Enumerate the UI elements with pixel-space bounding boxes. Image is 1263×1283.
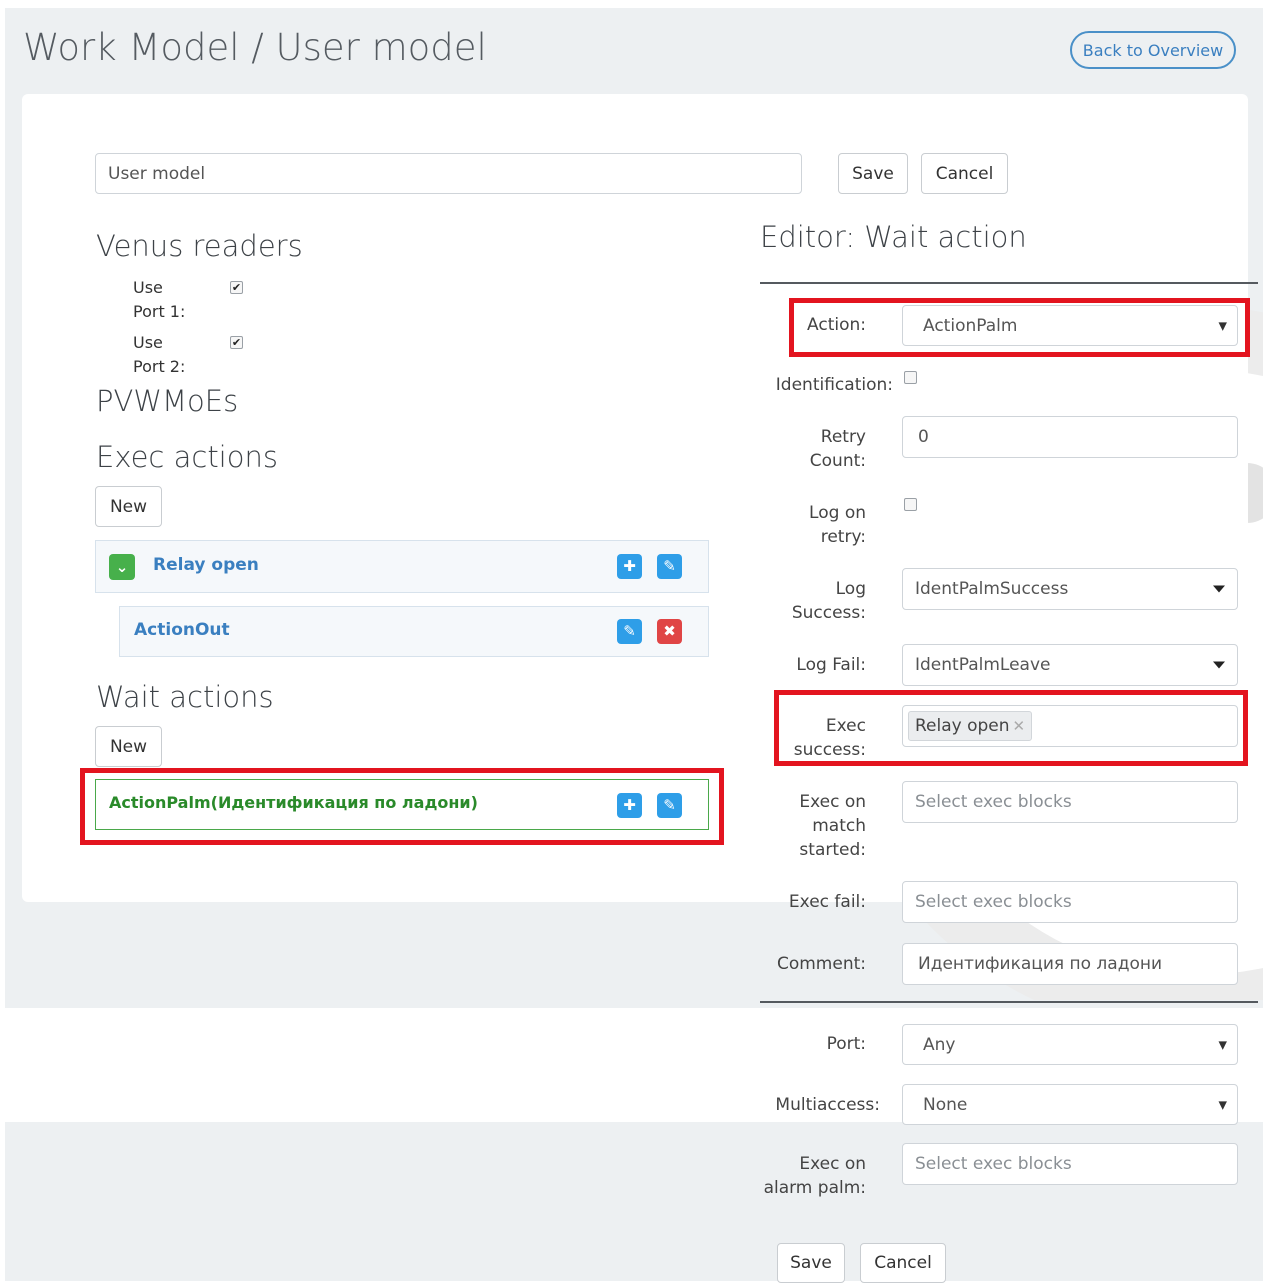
model-save-button[interactable]: Save — [838, 153, 908, 194]
log-fail-label: Log Fail: — [796, 655, 866, 675]
wait-actions-new-button[interactable]: New — [95, 726, 162, 767]
venus-readers-heading: Venus readers — [96, 229, 303, 263]
log-fail-value: IdentPalmLeave — [915, 655, 1051, 675]
exec-success-label: Exec success: — [793, 716, 866, 760]
exec-on-alarm-palm-input[interactable]: Select exec blocks — [902, 1143, 1238, 1185]
exec-success-multiselect[interactable]: Relay open ✕ — [902, 705, 1238, 747]
log-fail-select[interactable]: IdentPalmLeave — [902, 644, 1238, 686]
caret-down-icon — [1213, 661, 1225, 669]
editor-cancel-button[interactable]: Cancel — [860, 1243, 946, 1283]
editor-divider — [760, 282, 1258, 284]
remove-tag-icon[interactable]: ✕ — [1013, 717, 1026, 735]
wait-action-label[interactable]: ActionPalm(Идентификация по ладони) — [109, 793, 478, 812]
chevron-down-icon: ▼ — [1218, 1098, 1227, 1111]
use-port-1-checkbox[interactable]: ✔ — [230, 281, 243, 294]
exec-success-tag: Relay open ✕ — [908, 711, 1033, 741]
exec-fail-input[interactable]: Select exec blocks — [902, 881, 1238, 923]
edit-icon[interactable]: ✎ — [617, 619, 642, 644]
log-success-select[interactable]: IdentPalmSuccess — [902, 568, 1238, 610]
editor-divider-2 — [760, 1001, 1258, 1003]
edit-icon[interactable]: ✎ — [657, 554, 682, 579]
exec-actions-heading: Exec actions — [96, 440, 278, 474]
page-title: Work Model / User model — [23, 26, 487, 69]
port-value: Any — [923, 1034, 956, 1055]
log-on-retry-checkbox[interactable] — [904, 498, 917, 511]
exec-on-alarm-palm-label: Exec on alarm palm: — [763, 1154, 866, 1198]
exec-on-match-started-input[interactable]: Select exec blocks — [902, 781, 1238, 823]
log-success-value: IdentPalmSuccess — [915, 579, 1069, 599]
wait-action-row[interactable]: ActionPalm(Идентификация по ладони) ✚ ✎ — [95, 779, 709, 830]
exec-success-tag-label: Relay open — [915, 716, 1010, 736]
retry-count-label: Retry Count: — [809, 427, 866, 471]
exec-action-child-label[interactable]: ActionOut — [134, 620, 230, 640]
exec-action-group-row[interactable]: ⌄ Relay open ✚ ✎ — [95, 540, 709, 593]
retry-count-input[interactable]: 0 — [902, 416, 1238, 458]
delete-icon[interactable]: ✖ — [657, 619, 682, 644]
editor-save-button[interactable]: Save — [777, 1243, 845, 1283]
chevron-down-icon[interactable]: ⌄ — [109, 554, 135, 580]
log-success-label: Log Success: — [791, 579, 866, 623]
log-on-retry-label: Log on retry: — [809, 503, 866, 547]
chevron-down-icon: ▼ — [1218, 1038, 1227, 1051]
exec-actions-new-button[interactable]: New — [95, 486, 162, 527]
use-port-2-label: Use Port 2: — [133, 333, 186, 376]
port-select[interactable]: Any ▼ — [902, 1024, 1238, 1065]
action-label: Action: — [807, 315, 866, 335]
model-cancel-button[interactable]: Cancel — [921, 153, 1008, 194]
caret-down-icon — [1213, 585, 1225, 593]
comment-label: Comment: — [776, 954, 866, 974]
add-icon[interactable]: ✚ — [617, 554, 642, 579]
exec-action-group-label[interactable]: Relay open — [153, 555, 259, 575]
exec-on-match-started-label: Exec on match started: — [799, 792, 866, 860]
multiaccess-value: None — [923, 1094, 968, 1115]
exec-action-child-row[interactable]: ActionOut ✎ ✖ — [119, 606, 709, 657]
exec-fail-label: Exec fail: — [788, 892, 866, 912]
use-port-2-checkbox[interactable]: ✔ — [230, 336, 243, 349]
identification-label: Identification: — [775, 375, 893, 395]
editor-title: Editor: Wait action — [760, 220, 1027, 254]
model-name-input[interactable]: User model — [95, 153, 802, 194]
pvwmoes-heading: PVWMoEs — [96, 384, 239, 418]
comment-input[interactable]: Идентификация по ладони — [902, 943, 1238, 985]
multiaccess-label: Multiaccess: — [775, 1095, 880, 1115]
action-select[interactable]: ActionPalm ▼ — [902, 305, 1238, 346]
identification-checkbox[interactable] — [904, 371, 917, 384]
action-select-value: ActionPalm — [923, 315, 1018, 336]
edit-icon[interactable]: ✎ — [657, 793, 682, 818]
use-port-1-label: Use Port 1: — [133, 278, 186, 321]
add-icon[interactable]: ✚ — [617, 793, 642, 818]
port-label: Port: — [826, 1034, 866, 1054]
chevron-down-icon: ▼ — [1218, 319, 1227, 332]
back-to-overview-button[interactable]: Back to Overview — [1070, 31, 1236, 69]
wait-actions-heading: Wait actions — [96, 680, 274, 714]
multiaccess-select[interactable]: None ▼ — [902, 1084, 1238, 1125]
